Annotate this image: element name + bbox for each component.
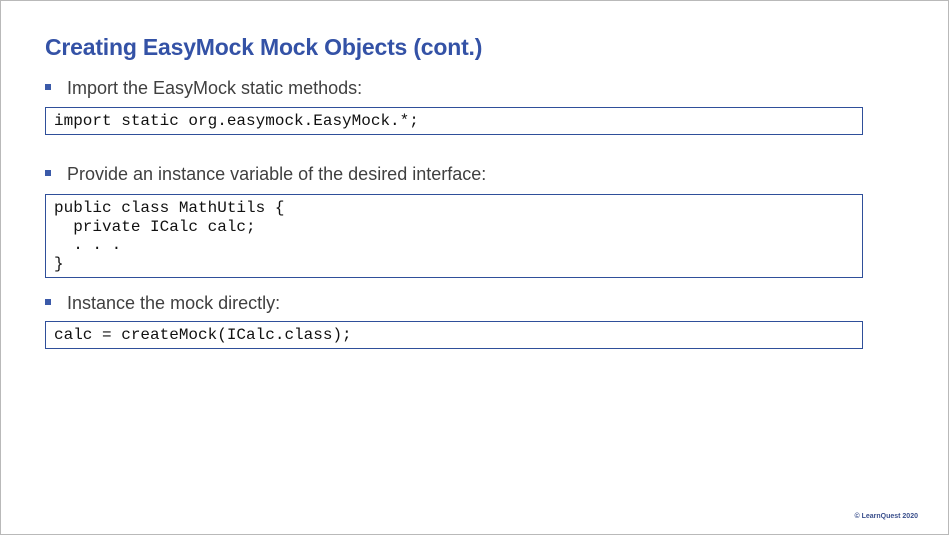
slide: Creating EasyMock Mock Objects (cont.) I… [0,0,949,535]
copyright-footer: © LearnQuest 2020 [854,513,918,520]
slide-title: Creating EasyMock Mock Objects (cont.) [45,34,483,60]
code-line: calc = createMock(ICalc.class); [54,326,352,344]
bullet-marker-icon [45,170,51,177]
code-block-create-mock: calc = createMock(ICalc.class); [45,321,863,349]
bullet-text: Provide an instance variable of the desi… [67,164,487,184]
code-block-import: import static org.easymock.EasyMock.*; [45,107,863,135]
code-line: . . . [54,236,122,254]
code-line: } [54,254,64,273]
bullet-text: Import the EasyMock static methods: [67,78,363,98]
bullet-text: Instance the mock directly: [67,293,281,313]
code-line: private ICalc calc; [54,217,256,236]
code-block-class: public class MathUtils { private ICalc c… [45,194,863,278]
code-line: public class MathUtils { [54,199,285,217]
bullet-instance-variable: Provide an instance variable of the desi… [45,164,486,185]
bullet-instance-mock: Instance the mock directly: [45,293,280,314]
bullet-import-static: Import the EasyMock static methods: [45,78,362,99]
bullet-marker-icon [45,84,51,91]
code-line: import static org.easymock.EasyMock.*; [54,112,419,130]
bullet-marker-icon [45,299,51,306]
